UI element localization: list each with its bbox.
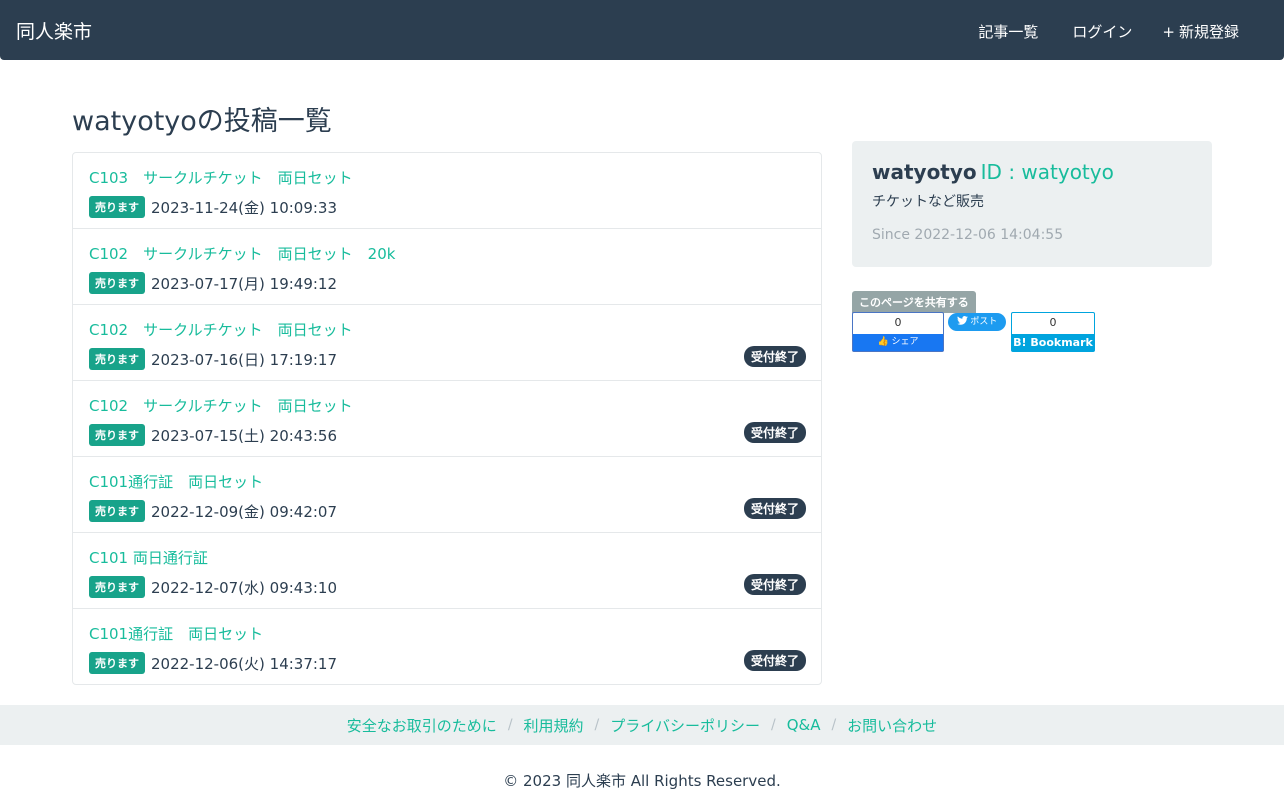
post-date: 2023-11-24(金) 10:09:33 bbox=[151, 199, 338, 217]
post-title-link[interactable]: C102 サークルチケット 両日セット 20k bbox=[89, 243, 395, 264]
page-title: watyotyoの投稿一覧 bbox=[72, 106, 332, 137]
post-title-link[interactable]: C102 サークルチケット 両日セット bbox=[89, 395, 353, 416]
sell-badge: 売ります bbox=[89, 652, 145, 674]
nav-link-login[interactable]: ログイン bbox=[1068, 21, 1132, 42]
footer-links: 安全なお取引のために / 利用規約 / プライバシーポリシー / Q&A / お… bbox=[0, 705, 1284, 745]
since-text: Since 2022-12-06 14:04:55 bbox=[872, 227, 1064, 243]
profile-name: watyotyo bbox=[872, 160, 977, 184]
footer-separator: / bbox=[770, 717, 776, 733]
hatena-bookmark-button[interactable]: 0 B! Bookmark bbox=[1011, 312, 1095, 352]
navbar: 同人楽市 記事一覧 ログイン + 新規登録 bbox=[0, 0, 1284, 60]
post-title-link[interactable]: C102 サークルチケット 両日セット bbox=[89, 319, 353, 340]
footer-separator: / bbox=[831, 717, 837, 733]
brand-logo[interactable]: 同人楽市 bbox=[16, 17, 92, 44]
facebook-share-button[interactable]: 0 👍 シェア bbox=[852, 312, 944, 352]
twitter-icon bbox=[956, 316, 968, 325]
post-title-link[interactable]: C101通行証 両日セット bbox=[89, 623, 263, 644]
nav-link-label: 新規登録 bbox=[1178, 23, 1239, 41]
share-label: このページを共有する bbox=[852, 291, 976, 313]
twitter-share-button[interactable]: ポスト bbox=[948, 313, 1006, 331]
footer-link-terms[interactable]: 利用規約 bbox=[524, 715, 584, 736]
nav-link-articles[interactable]: 記事一覧 bbox=[974, 21, 1038, 42]
closed-badge: 受付終了 bbox=[743, 346, 806, 367]
post-date: 2022-12-06(火) 14:37:17 bbox=[151, 655, 338, 673]
sell-badge: 売ります bbox=[89, 576, 145, 598]
list-item: C101通行証 両日セット 売ります 2022-12-06(火) 14:37:1… bbox=[73, 609, 821, 684]
footer-separator: / bbox=[507, 717, 513, 733]
post-date: 2022-12-09(金) 09:42:07 bbox=[151, 503, 338, 521]
plus-icon: + bbox=[1162, 22, 1175, 41]
footer-link-contact[interactable]: お問い合わせ bbox=[847, 715, 937, 736]
post-title-link[interactable]: C101通行証 両日セット bbox=[89, 471, 263, 492]
profile-description: チケットなど販売 bbox=[872, 194, 984, 210]
post-date: 2022-12-07(水) 09:43:10 bbox=[151, 579, 338, 597]
post-date: 2023-07-15(土) 20:43:56 bbox=[151, 427, 338, 445]
hatena-count: 0 bbox=[1049, 316, 1057, 329]
sell-badge: 売ります bbox=[89, 272, 145, 294]
list-item: C101 両日通行証 売ります 2022-12-07(水) 09:43:10 受… bbox=[73, 533, 821, 609]
nav-link-register[interactable]: + 新規登録 bbox=[1162, 21, 1239, 42]
copyright: © 2023 同人楽市 All Rights Reserved. bbox=[503, 772, 781, 790]
hatena-bookmark-label: B! Bookmark bbox=[1012, 334, 1094, 351]
profile-heading: watyotyo ID : watyotyo bbox=[872, 160, 1114, 184]
sell-badge: 売ります bbox=[89, 424, 145, 446]
list-item: C102 サークルチケット 両日セット 20k 売ります 2023-07-17(… bbox=[73, 229, 821, 305]
sell-badge: 売ります bbox=[89, 348, 145, 370]
footer-link-privacy[interactable]: プライバシーポリシー bbox=[610, 715, 760, 736]
nav-links: 記事一覧 ログイン + 新規登録 bbox=[974, 21, 1239, 42]
post-date: 2023-07-16(日) 17:19:17 bbox=[151, 351, 338, 369]
closed-badge: 受付終了 bbox=[743, 422, 806, 443]
twitter-share-label: ポスト bbox=[970, 317, 998, 327]
post-title-link[interactable]: C103 サークルチケット 両日セット bbox=[89, 167, 353, 188]
post-list: C103 サークルチケット 両日セット 売ります 2023-11-24(金) 1… bbox=[72, 152, 822, 685]
facebook-count: 0 bbox=[894, 316, 902, 329]
footer-link-faq[interactable]: Q&A bbox=[787, 716, 821, 734]
post-title-link[interactable]: C101 両日通行証 bbox=[89, 547, 208, 568]
nav-link-label: 記事一覧 bbox=[978, 23, 1039, 41]
closed-badge: 受付終了 bbox=[743, 574, 806, 595]
list-item: C103 サークルチケット 両日セット 売ります 2023-11-24(金) 1… bbox=[73, 153, 821, 229]
nav-link-label: ログイン bbox=[1072, 23, 1133, 41]
profile-id: ID : watyotyo bbox=[980, 160, 1114, 184]
sell-badge: 売ります bbox=[89, 196, 145, 218]
list-item: C102 サークルチケット 両日セット 売ります 2023-07-15(土) 2… bbox=[73, 381, 821, 457]
profile-card: watyotyo ID : watyotyo チケットなど販売 Since 202… bbox=[852, 141, 1212, 267]
footer-separator: / bbox=[594, 717, 600, 733]
profile-since: Since 2022-12-06 14:04:55 bbox=[872, 227, 1063, 243]
sell-badge: 売ります bbox=[89, 500, 145, 522]
list-item: C102 サークルチケット 両日セット 売ります 2023-07-16(日) 1… bbox=[73, 305, 821, 381]
footer-link-safety[interactable]: 安全なお取引のために bbox=[347, 715, 497, 736]
post-date: 2023-07-17(月) 19:49:12 bbox=[151, 275, 338, 293]
closed-badge: 受付終了 bbox=[743, 650, 806, 671]
closed-badge: 受付終了 bbox=[743, 498, 806, 519]
facebook-share-label: 👍 シェア bbox=[853, 334, 943, 351]
list-item: C101通行証 両日セット 売ります 2022-12-09(金) 09:42:0… bbox=[73, 457, 821, 533]
